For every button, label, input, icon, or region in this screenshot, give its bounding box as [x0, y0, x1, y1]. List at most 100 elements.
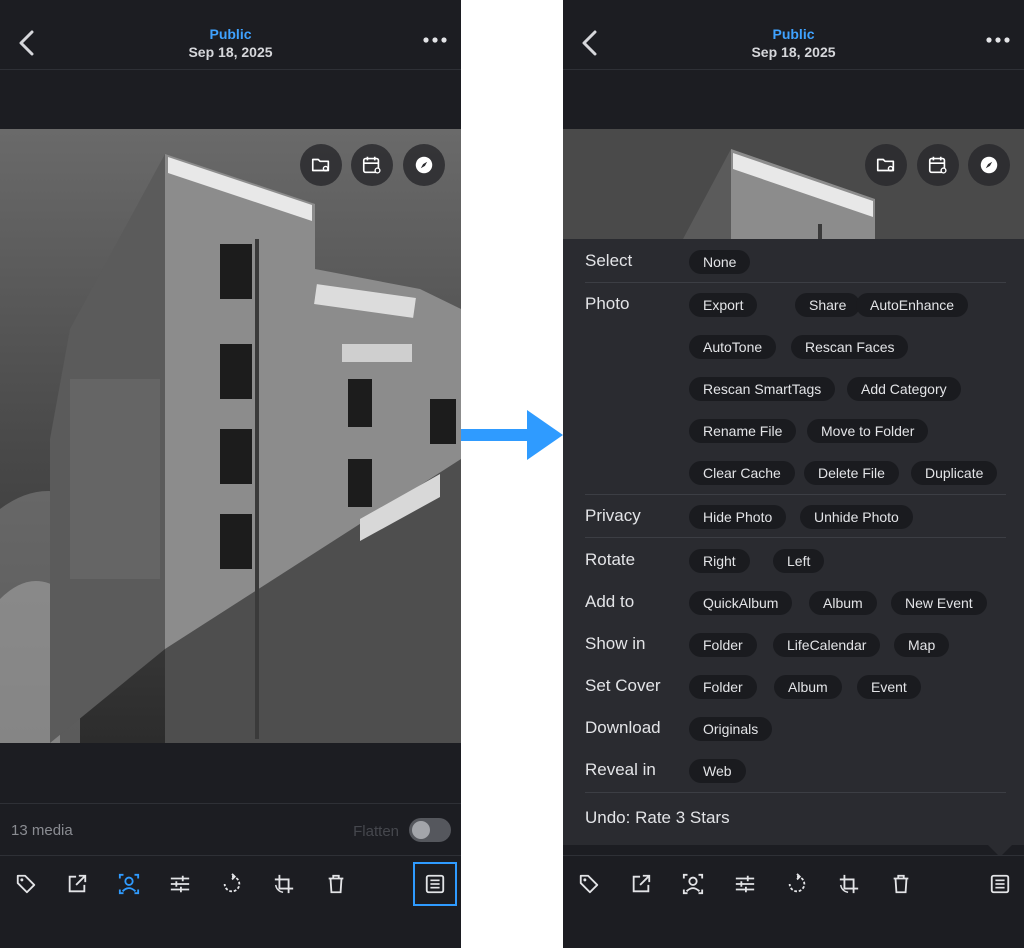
- title-block: Public Sep 18, 2025: [563, 26, 1024, 62]
- open-external-icon: [68, 874, 87, 893]
- map-chip[interactable]: Map: [894, 633, 950, 657]
- row-label: Rotate: [585, 550, 636, 569]
- cover-folder-chip[interactable]: Folder: [689, 675, 757, 699]
- crop-rotate-icon: [274, 874, 294, 894]
- share-chip[interactable]: Share: [795, 293, 861, 317]
- building-photo: [0, 129, 461, 743]
- row-label: Photo: [585, 294, 630, 313]
- crop-button[interactable]: [273, 873, 295, 895]
- open-button[interactable]: [630, 873, 652, 895]
- title-block: Public Sep 18, 2025: [0, 26, 461, 62]
- rotate-button[interactable]: [786, 873, 808, 895]
- compass-icon: [415, 156, 433, 174]
- autotone-chip[interactable]: AutoTone: [689, 335, 777, 359]
- photo-view[interactable]: [0, 129, 461, 743]
- calendar-view-button[interactable]: [917, 144, 959, 186]
- divider: [585, 792, 1006, 793]
- clear-cache-chip[interactable]: Clear Cache: [689, 461, 795, 485]
- photo-view[interactable]: [563, 129, 1024, 239]
- open-external-icon: [632, 874, 651, 893]
- album-title[interactable]: Public: [563, 26, 1024, 42]
- rescan-faces-chip[interactable]: Rescan Faces: [791, 335, 909, 359]
- more-button[interactable]: [423, 33, 447, 45]
- delete-file-chip[interactable]: Delete File: [804, 461, 899, 485]
- transition-arrow: [461, 408, 563, 462]
- unhide-photo-chip[interactable]: Unhide Photo: [800, 505, 913, 529]
- crop-rotate-icon: [839, 874, 859, 894]
- select-none-chip[interactable]: None: [689, 250, 751, 274]
- map-view-button[interactable]: [403, 144, 445, 186]
- duplicate-chip[interactable]: Duplicate: [911, 461, 998, 485]
- divider: [585, 494, 1006, 495]
- adjust-button[interactable]: [734, 873, 756, 895]
- media-footer: 13 media Flatten: [0, 803, 461, 855]
- add-category-chip[interactable]: Add Category: [847, 377, 961, 401]
- rename-file-chip[interactable]: Rename File: [689, 419, 797, 443]
- calendar-view-button[interactable]: [351, 144, 393, 186]
- quickalbum-chip[interactable]: QuickAlbum: [689, 591, 793, 615]
- adjust-button[interactable]: [169, 873, 191, 895]
- more-horizontal-icon: [986, 37, 1010, 43]
- face-scan-icon: [118, 873, 140, 895]
- more-button[interactable]: [986, 33, 1010, 45]
- delete-button[interactable]: [890, 873, 912, 895]
- details-icon: [425, 874, 445, 894]
- rotate-right-chip[interactable]: Right: [689, 549, 750, 573]
- photo-date: Sep 18, 2025: [751, 44, 836, 60]
- row-label: Download: [585, 718, 661, 737]
- bottom-toolbar: [0, 855, 461, 948]
- row-label: Reveal in: [585, 760, 656, 779]
- hide-photo-chip[interactable]: Hide Photo: [689, 505, 787, 529]
- left-screen: Public Sep 18, 2025 13 media Flatten: [0, 0, 461, 948]
- undo-button[interactable]: Undo: Rate 3 Stars: [585, 808, 730, 828]
- row-label: Privacy: [585, 506, 641, 525]
- rescan-smarttags-chip[interactable]: Rescan SmartTags: [689, 377, 836, 401]
- folder-eye-icon: [876, 158, 895, 172]
- top-bar: Public Sep 18, 2025: [0, 0, 461, 70]
- album-chip[interactable]: Album: [809, 591, 877, 615]
- row-label: Select: [585, 251, 633, 270]
- show-folder-chip[interactable]: Folder: [689, 633, 757, 657]
- rotate-icon: [223, 873, 241, 893]
- sliders-icon: [735, 875, 755, 893]
- top-bar: Public Sep 18, 2025: [563, 0, 1024, 70]
- photo-date: Sep 18, 2025: [188, 44, 273, 60]
- folder-view-button[interactable]: [865, 144, 907, 186]
- divider: [585, 537, 1006, 538]
- row-label: Add to: [585, 592, 635, 611]
- faces-button[interactable]: [118, 873, 140, 895]
- album-title[interactable]: Public: [0, 26, 461, 42]
- rotate-icon: [788, 873, 806, 893]
- arrow-right-icon: [461, 410, 563, 460]
- details-button[interactable]: [413, 862, 457, 906]
- divider: [585, 282, 1006, 283]
- rotate-button[interactable]: [221, 873, 243, 895]
- new-event-chip[interactable]: New Event: [891, 591, 987, 615]
- originals-chip[interactable]: Originals: [689, 717, 773, 741]
- delete-button[interactable]: [325, 873, 347, 895]
- tag-icon: [579, 874, 599, 894]
- tag-button[interactable]: [15, 873, 37, 895]
- export-chip[interactable]: Export: [689, 293, 758, 317]
- tag-button[interactable]: [578, 873, 600, 895]
- autoenhance-chip[interactable]: AutoEnhance: [856, 293, 969, 317]
- cover-album-chip[interactable]: Album: [774, 675, 842, 699]
- faces-button[interactable]: [682, 873, 704, 895]
- crop-button[interactable]: [838, 873, 860, 895]
- flatten-toggle[interactable]: [409, 818, 451, 842]
- move-to-folder-chip[interactable]: Move to Folder: [807, 419, 929, 443]
- rotate-left-chip[interactable]: Left: [773, 549, 825, 573]
- folder-view-button[interactable]: [300, 144, 342, 186]
- details-button[interactable]: [989, 873, 1011, 895]
- lifecalendar-chip[interactable]: LifeCalendar: [773, 633, 881, 657]
- details-icon: [990, 874, 1010, 894]
- face-scan-icon: [682, 873, 704, 895]
- open-button[interactable]: [66, 873, 88, 895]
- calendar-eye-icon: [928, 156, 947, 174]
- web-chip[interactable]: Web: [689, 759, 746, 783]
- more-horizontal-icon: [423, 37, 447, 43]
- map-view-button[interactable]: [968, 144, 1010, 186]
- comparison-stage: Public Sep 18, 2025 13 media Flatten Pub…: [0, 0, 1024, 948]
- cover-event-chip[interactable]: Event: [857, 675, 921, 699]
- flatten-label: Flatten: [353, 823, 399, 840]
